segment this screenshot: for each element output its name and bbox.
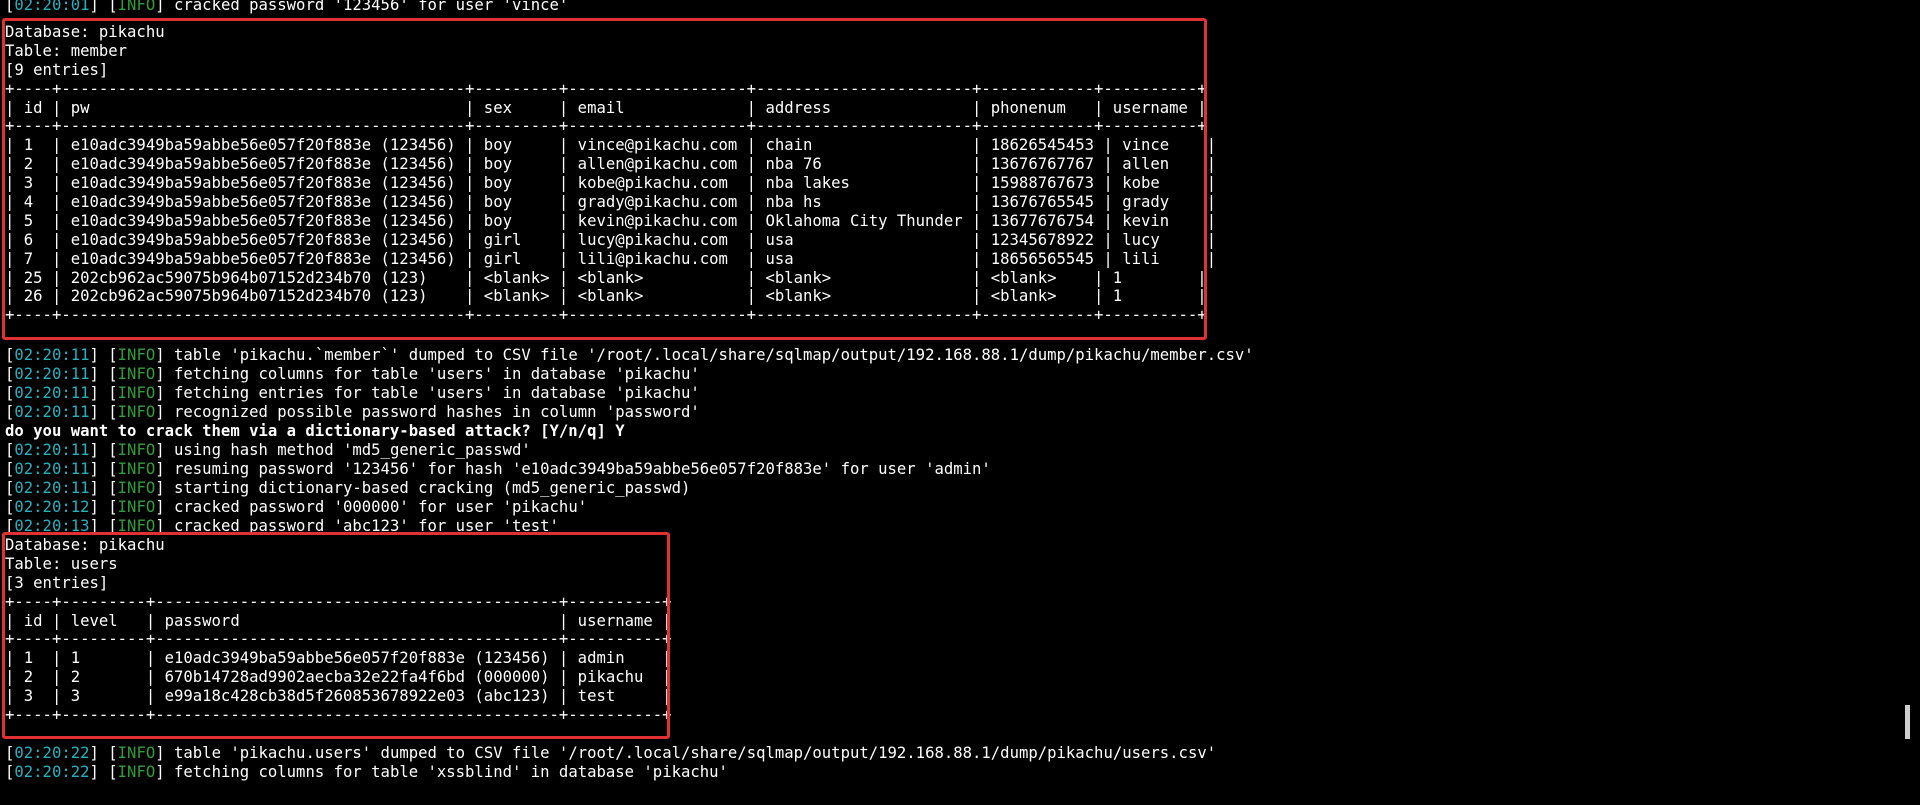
log-message: ] fetching columns for table 'xssblind' … <box>155 762 728 781</box>
log-level: INFO <box>117 383 156 402</box>
log-message: ] fetching columns for table 'users' in … <box>155 364 700 383</box>
log-message: ] table 'pikachu.users' dumped to CSV fi… <box>155 744 1217 762</box>
timestamp: 02:20:11 <box>14 402 90 421</box>
timestamp: 02:20:12 <box>14 497 90 516</box>
log-line: [02:20:11] [INFO] fetching entries for t… <box>5 383 700 402</box>
log-line: [02:20:11] [INFO] using hash method 'md5… <box>5 441 531 459</box>
timestamp: 02:20:11 <box>14 478 90 497</box>
log-level: INFO <box>117 346 156 364</box>
log-block-1: [02:20:11] [INFO] table 'pikachu.`member… <box>5 346 1254 422</box>
log-line: [02:20:11] [INFO] table 'pikachu.`member… <box>5 346 1254 364</box>
log-line: [02:20:12] [INFO] cracked password '0000… <box>5 497 588 516</box>
member-highlight-box <box>2 18 1207 340</box>
log-line: [02:20:11] [INFO] fetching columns for t… <box>5 364 700 383</box>
log-line-top: [02:20:01] [INFO] cracked password '1234… <box>5 0 568 15</box>
log-line: [02:20:11] [INFO] recognized possible pa… <box>5 402 700 421</box>
log-message: ] table 'pikachu.`member`' dumped to CSV… <box>155 346 1254 364</box>
log-level: INFO <box>117 478 156 497</box>
log-line: [02:20:11] [INFO] starting dictionary-ba… <box>5 478 691 497</box>
log-block-3: [02:20:22] [INFO] table 'pikachu.users' … <box>5 744 1216 782</box>
log-level: INFO <box>117 441 156 459</box>
log-message: ] using hash method 'md5_generic_passwd' <box>155 441 531 459</box>
scrollbar-thumb[interactable] <box>1905 705 1910 739</box>
log-level: INFO <box>117 762 156 781</box>
log-message: ] cracked password '000000' for user 'pi… <box>155 497 588 516</box>
log-message: ] fetching entries for table 'users' in … <box>155 383 700 402</box>
timestamp: 02:20:11 <box>14 459 90 478</box>
timestamp: 02:20:11 <box>14 346 90 364</box>
timestamp: 02:20:11 <box>14 383 90 402</box>
terminal-window[interactable]: [02:20:01] [INFO] cracked password '1234… <box>0 0 1920 805</box>
log-line: [02:20:22] [INFO] table 'pikachu.users' … <box>5 744 1217 762</box>
crack-prompt-line: do you want to crack them via a dictiona… <box>5 422 625 440</box>
log-message: ] resuming password '123456' for hash 'e… <box>155 459 991 478</box>
log-level: INFO <box>117 497 156 516</box>
log-level: INFO <box>117 402 156 421</box>
users-highlight-box <box>2 532 670 739</box>
timestamp: 02:20:01 <box>14 0 90 14</box>
log-message: ] recognized possible password hashes in… <box>155 402 700 421</box>
log-line: [02:20:22] [INFO] fetching columns for t… <box>5 762 728 781</box>
log-level: INFO <box>117 744 156 762</box>
log-line: [02:20:11] [INFO] resuming password '123… <box>5 459 991 478</box>
timestamp: 02:20:11 <box>14 364 90 383</box>
log-block-2: [02:20:11] [INFO] using hash method 'md5… <box>5 441 991 535</box>
log-message: ] starting dictionary-based cracking (md… <box>155 478 691 497</box>
log-level: INFO <box>117 459 156 478</box>
timestamp: 02:20:11 <box>14 441 90 459</box>
timestamp: 02:20:22 <box>14 762 90 781</box>
log-level: INFO <box>117 0 156 14</box>
timestamp: 02:20:22 <box>14 744 90 762</box>
log-message: ] cracked password '123456' for user 'vi… <box>155 0 569 14</box>
log-level: INFO <box>117 364 156 383</box>
